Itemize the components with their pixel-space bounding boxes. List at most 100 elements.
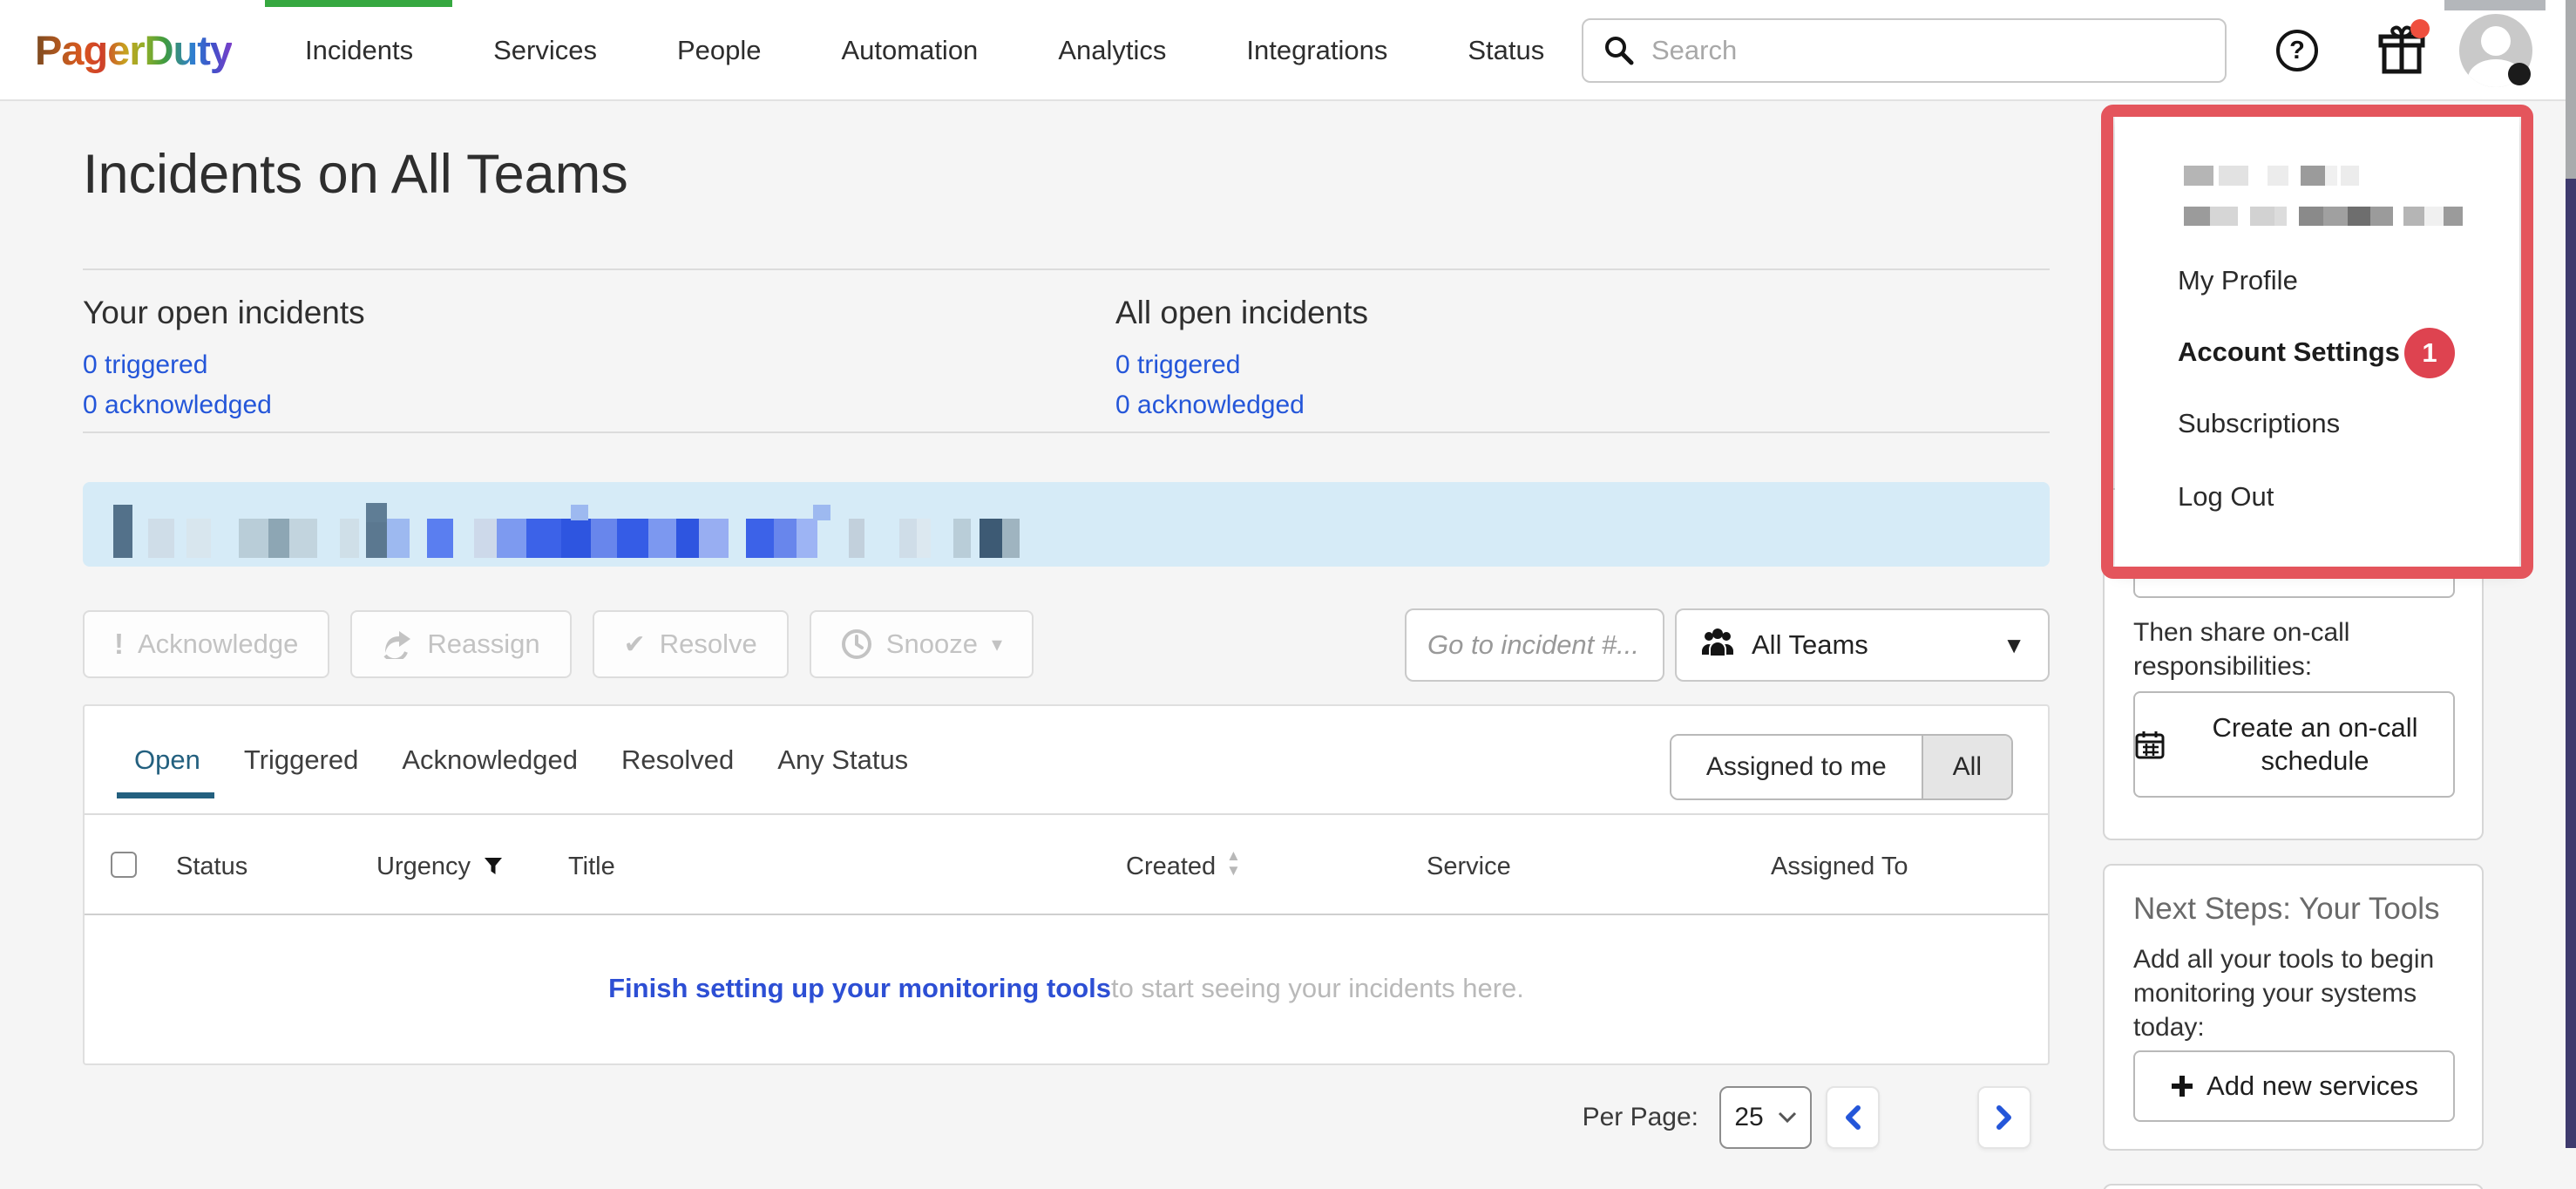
previous-page-button[interactable] <box>1826 1086 1880 1149</box>
menu-item-account-settings[interactable]: Account Settings <box>2178 336 2400 368</box>
redacted-block <box>366 503 387 522</box>
column-created[interactable]: Created <box>1126 853 1216 881</box>
next-page-button[interactable] <box>1977 1086 2031 1149</box>
status-tabs: Open Triggered Acknowledged Resolved Any… <box>85 706 2048 815</box>
acknowledge-label: Acknowledge <box>138 628 298 660</box>
partial-card <box>2103 1184 2484 1189</box>
pagination-row: Per Page: 25 <box>83 1085 2050 1150</box>
snooze-label: Snooze <box>886 628 978 660</box>
all-toggle-selected[interactable]: All <box>1922 736 2011 798</box>
plus-icon <box>2170 1074 2194 1098</box>
finish-setup-link[interactable]: Finish setting up your monitoring tools <box>608 973 1111 1004</box>
per-page-value: 25 <box>1734 1103 1763 1132</box>
next-steps-body: Add all your tools to begin monitoring y… <box>2133 942 2463 1044</box>
page-title: Incidents on All Teams <box>83 143 628 206</box>
main-nav: Incidents Services People Automation Ana… <box>305 0 1544 101</box>
info-banner-redacted <box>83 482 2050 567</box>
redacted-user-name <box>2184 166 2359 186</box>
column-urgency[interactable]: Urgency <box>376 853 471 881</box>
annotation-badge-1: 1 <box>2404 328 2455 378</box>
menu-item-my-profile[interactable]: My Profile <box>2178 265 2298 296</box>
per-page-select[interactable]: 25 <box>1719 1086 1812 1149</box>
help-icon[interactable]: ? <box>2276 30 2318 71</box>
check-icon: ✔ <box>624 629 646 660</box>
empty-state: Finish setting up your monitoring tools … <box>85 915 2048 1062</box>
goto-incident-input[interactable] <box>1427 629 1645 661</box>
resolve-button[interactable]: ✔ Resolve <box>593 610 789 678</box>
assigned-to-me-toggle[interactable]: Assigned to me <box>1671 736 1922 798</box>
reassign-button[interactable]: Reassign <box>350 610 571 678</box>
bulk-actions: ! Acknowledge Reassign ✔ Resolve Snooze … <box>83 610 1034 678</box>
empty-state-text: to start seeing your incidents here. <box>1111 973 1524 1004</box>
sort-icon[interactable]: ▲▼ <box>1226 848 1241 878</box>
filter-funnel-icon[interactable] <box>484 857 503 876</box>
per-page-label: Per Page: <box>1583 1103 1698 1132</box>
table-header-row: Status Urgency Title Created ▲▼ Service … <box>85 815 2048 915</box>
snooze-button[interactable]: Snooze ▾ <box>810 610 1034 678</box>
redacted-block <box>813 505 830 520</box>
avatar-status-dot <box>2508 63 2531 85</box>
select-all-checkbox[interactable] <box>111 852 137 878</box>
add-services-label: Add new services <box>2207 1070 2418 1102</box>
nav-item-status[interactable]: Status <box>1468 35 1544 66</box>
tab-acknowledged[interactable]: Acknowledged <box>402 744 578 776</box>
calendar-icon <box>2135 730 2165 759</box>
divider <box>83 431 2050 433</box>
scrollbar-thumb[interactable] <box>2566 0 2576 179</box>
nav-item-automation[interactable]: Automation <box>841 35 978 66</box>
assignment-toggle: Assigned to me All <box>1670 734 2013 800</box>
nav-item-integrations[interactable]: Integrations <box>1246 35 1387 66</box>
column-assigned-to[interactable]: Assigned To <box>1771 853 1908 881</box>
people-group-icon <box>1699 628 1736 662</box>
chevron-down-icon: ▾ <box>992 632 1002 657</box>
divider <box>83 268 2050 270</box>
tab-resolved[interactable]: Resolved <box>621 744 734 776</box>
top-navigation-bar: PagerDuty Incidents Services People Auto… <box>0 0 2576 101</box>
tab-open[interactable]: Open <box>134 744 200 776</box>
chevron-left-icon <box>1845 1105 1861 1130</box>
column-title[interactable]: Title <box>568 853 615 881</box>
all-open-incidents: All open incidents 0 triggered 0 acknowl… <box>1115 295 1368 431</box>
nav-item-analytics[interactable]: Analytics <box>1058 35 1166 66</box>
tab-any-status[interactable]: Any Status <box>777 744 908 776</box>
team-filter-dropdown[interactable]: All Teams ▼ <box>1675 608 2050 682</box>
your-acknowledged-link[interactable]: 0 acknowledged <box>83 391 365 420</box>
all-triggered-link[interactable]: 0 triggered <box>1115 350 1368 380</box>
reassign-label: Reassign <box>427 628 539 660</box>
tab-triggered[interactable]: Triggered <box>244 744 359 776</box>
your-open-incidents: Your open incidents 0 triggered 0 acknow… <box>83 295 365 431</box>
add-services-button[interactable]: Add new services <box>2133 1050 2455 1122</box>
global-search[interactable] <box>1582 18 2227 83</box>
notification-dot <box>2410 19 2430 38</box>
scrollbar-track[interactable] <box>2566 179 2576 1148</box>
your-triggered-link[interactable]: 0 triggered <box>83 350 365 380</box>
create-schedule-button[interactable]: Create an on-call schedule <box>2133 691 2455 798</box>
all-open-heading: All open incidents <box>1115 295 1368 331</box>
goto-incident-field[interactable] <box>1405 608 1664 682</box>
create-schedule-label: Create an on-call schedule <box>2177 711 2453 778</box>
menu-item-subscriptions[interactable]: Subscriptions <box>2178 408 2340 439</box>
scrollbar-stub <box>2444 0 2545 10</box>
redacted-block <box>113 505 132 522</box>
whats-new-gift-icon[interactable] <box>2377 24 2426 77</box>
menu-item-log-out[interactable]: Log Out <box>2178 481 2274 513</box>
nav-item-incidents[interactable]: Incidents <box>305 35 413 66</box>
search-input[interactable] <box>1651 35 2174 66</box>
next-steps-heading: Next Steps: Your Tools <box>2133 892 2440 927</box>
exclamation-icon: ! <box>114 628 124 661</box>
chevron-right-icon <box>1996 1105 2012 1130</box>
chevron-down-icon <box>1778 1111 1797 1124</box>
redacted-user-email <box>2184 207 2463 226</box>
nav-item-services[interactable]: Services <box>493 35 597 66</box>
reassign-icon <box>382 629 413 659</box>
column-service[interactable]: Service <box>1427 853 1511 881</box>
all-acknowledged-link[interactable]: 0 acknowledged <box>1115 391 1368 420</box>
next-steps-card: Next Steps: Your Tools Add all your tool… <box>2103 864 2484 1151</box>
nav-item-people[interactable]: People <box>677 35 762 66</box>
redacted-text <box>113 519 1272 558</box>
pagerduty-logo[interactable]: PagerDuty <box>35 26 232 74</box>
avatar-silhouette-head <box>2481 26 2511 56</box>
your-open-heading: Your open incidents <box>83 295 365 331</box>
acknowledge-button[interactable]: ! Acknowledge <box>83 610 329 678</box>
column-status[interactable]: Status <box>176 853 247 881</box>
